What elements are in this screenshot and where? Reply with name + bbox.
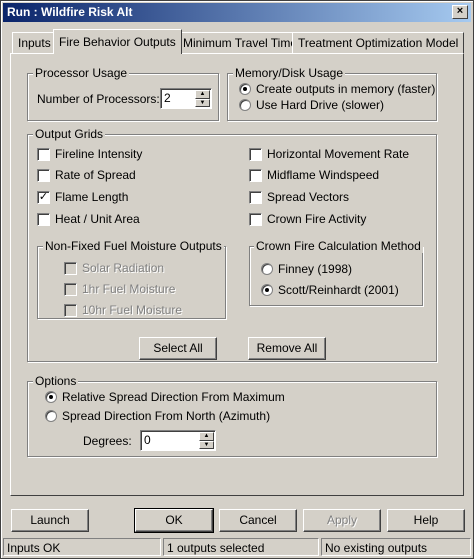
check-mark-icon: ✓ [38, 191, 49, 203]
status-existing-outputs: No existing outputs [321, 538, 471, 556]
apply-button[interactable]: Apply [303, 509, 381, 532]
heat-unit-area-label: Heat / Unit Area [55, 212, 140, 226]
ok-button[interactable]: OK [134, 508, 214, 533]
tab-treatment-optimization-model[interactable]: Treatment Optimization Model [292, 32, 465, 53]
crown-fire-activity-label: Crown Fire Activity [267, 212, 367, 226]
flame-length-label: Flame Length [55, 190, 129, 204]
memory-disk-usage-legend: Memory/Disk Usage [233, 66, 346, 80]
close-button[interactable]: × [452, 5, 468, 19]
heat-unit-area-checkbox[interactable] [37, 213, 50, 226]
processor-count-stepper[interactable]: 2 ▲ ▼ [160, 88, 212, 109]
tab-minimum-travel-time[interactable]: Minimum Travel Time [177, 32, 304, 53]
window-title: Run : Wildfire Risk Alt [7, 5, 133, 19]
status-bar: Inputs OK 1 outputs selected No existing… [3, 538, 471, 556]
launch-button[interactable]: Launch [11, 509, 89, 532]
crown-fire-method-legend: Crown Fire Calculation Method [254, 239, 423, 253]
spread-vectors-checkbox[interactable] [249, 191, 262, 204]
scott-reinhardt-radio[interactable] [261, 284, 273, 296]
flame-length-checkbox[interactable]: ✓ [37, 191, 50, 204]
status-inputs: Inputs OK [3, 538, 161, 556]
spread-vectors-label: Spread Vectors [267, 190, 350, 204]
arrow-down-icon: ▼ [199, 99, 206, 106]
crown-fire-activity-checkbox[interactable] [249, 213, 262, 226]
solar-radiation-label: Solar Radiation [82, 261, 165, 275]
hard-drive-option-radio[interactable] [239, 99, 251, 111]
finney-radio[interactable] [261, 263, 273, 275]
relative-spread-label: Relative Spread Direction From Maximum [62, 390, 285, 404]
processor-usage-legend: Processor Usage [33, 66, 130, 80]
azimuth-spread-label: Spread Direction From North (Azimuth) [62, 409, 271, 423]
tab-inputs[interactable]: Inputs [12, 32, 57, 53]
arrow-down-icon: ▼ [203, 441, 210, 448]
solar-radiation-checkbox[interactable] [64, 262, 77, 275]
processor-count-label: Number of Processors: [37, 92, 160, 106]
horizontal-movement-rate-label: Horizontal Movement Rate [267, 147, 410, 161]
hard-drive-option-label: Use Hard Drive (slower) [256, 98, 385, 112]
1hr-fuel-moisture-label: 1hr Fuel Moisture [82, 282, 176, 296]
degrees-increment-button[interactable]: ▲ [199, 432, 214, 441]
select-all-button[interactable]: Select All [139, 337, 217, 360]
run-dialog-window: Run : Wildfire Risk Alt × Inputs Fire Be… [0, 0, 474, 559]
cancel-button[interactable]: Cancel [219, 509, 297, 532]
memory-option-label: Create outputs in memory (faster) [256, 82, 436, 96]
processor-increment-button[interactable]: ▲ [195, 90, 210, 99]
rate-of-spread-checkbox[interactable] [37, 169, 50, 182]
help-button[interactable]: Help [387, 509, 465, 532]
remove-all-button[interactable]: Remove All [248, 337, 326, 360]
arrow-up-icon: ▲ [203, 433, 210, 439]
1hr-fuel-moisture-checkbox[interactable] [64, 283, 77, 296]
tab-fire-behavior-outputs[interactable]: Fire Behavior Outputs [53, 29, 182, 54]
finney-label: Finney (1998) [278, 262, 353, 276]
degrees-decrement-button[interactable]: ▼ [199, 440, 214, 449]
options-legend: Options [33, 374, 79, 388]
processor-count-value: 2 [164, 91, 171, 105]
fireline-intensity-label: Fireline Intensity [55, 147, 143, 161]
midflame-windspeed-label: Midflame Windspeed [267, 168, 380, 182]
output-grids-legend: Output Grids [33, 127, 106, 141]
relative-spread-radio[interactable] [45, 391, 57, 403]
title-bar: Run : Wildfire Risk Alt × [3, 3, 471, 22]
processor-decrement-button[interactable]: ▼ [195, 98, 210, 107]
10hr-fuel-moisture-checkbox[interactable] [64, 304, 77, 317]
status-outputs-selected: 1 outputs selected [163, 538, 319, 556]
rate-of-spread-label: Rate of Spread [55, 168, 136, 182]
horizontal-movement-rate-checkbox[interactable] [249, 148, 262, 161]
midflame-windspeed-checkbox[interactable] [249, 169, 262, 182]
degrees-value: 0 [144, 433, 151, 447]
memory-disk-usage-group [227, 73, 437, 121]
crown-fire-method-group [249, 246, 423, 306]
fuel-moisture-outputs-legend: Non-Fixed Fuel Moisture Outputs [43, 239, 224, 253]
fireline-intensity-checkbox[interactable] [37, 148, 50, 161]
scott-reinhardt-label: Scott/Reinhardt (2001) [278, 283, 399, 297]
arrow-up-icon: ▲ [199, 91, 206, 97]
memory-option-radio[interactable] [239, 83, 251, 95]
10hr-fuel-moisture-label: 10hr Fuel Moisture [82, 303, 183, 317]
close-icon: × [456, 5, 464, 17]
degrees-label: Degrees: [83, 434, 132, 448]
degrees-stepper[interactable]: 0 ▲ ▼ [140, 430, 216, 451]
azimuth-spread-radio[interactable] [45, 410, 57, 422]
